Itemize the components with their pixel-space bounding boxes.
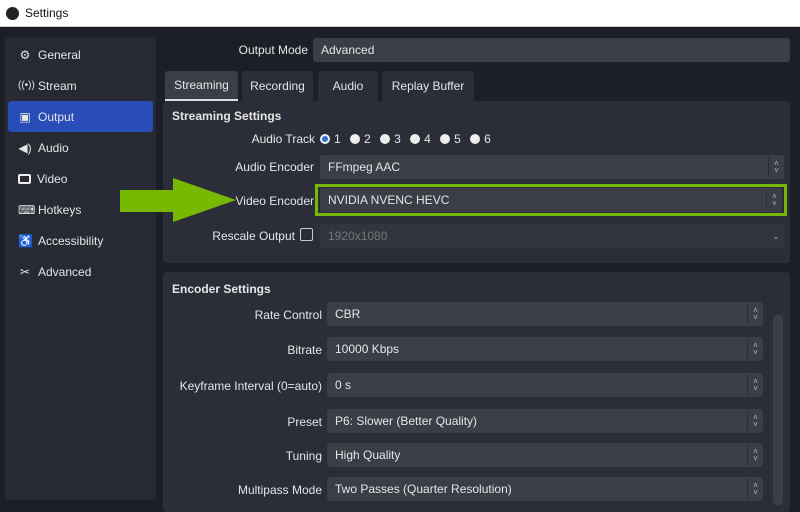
monitor-icon: [18, 173, 31, 184]
updown-icon: ˄ ˅: [747, 411, 763, 431]
sidebar-item-label: Advanced: [38, 264, 92, 279]
speaker-icon: ◀): [18, 140, 32, 155]
sidebar-item-accessibility[interactable]: ♿ Accessibility: [8, 225, 153, 256]
gear-icon: ⚙: [19, 47, 31, 62]
audio-encoder-value: FFmpeg AAC: [328, 160, 401, 174]
encoder-row-value: CBR: [335, 307, 361, 321]
encoder-row-label: Rate Control: [254, 308, 322, 322]
updown-icon: ˄ ˅: [747, 339, 763, 359]
track-label: 4: [424, 132, 431, 146]
video-encoder-value: NVIDIA NVENC HEVC: [328, 193, 450, 207]
track-label: 1: [334, 132, 341, 146]
keyboard-icon: ⌨: [18, 202, 36, 217]
output-icon: ▣: [19, 109, 31, 124]
updown-icon: ˄ ˅: [766, 190, 782, 210]
track-radio-5[interactable]: [440, 134, 451, 144]
output-mode-value: Advanced: [321, 43, 375, 57]
audio-track-radios: 1 2 3 4 5 6: [314, 132, 491, 146]
tab-recording[interactable]: Recording: [242, 71, 313, 101]
audio-encoder-label: Audio Encoder: [235, 160, 314, 174]
audio-encoder-select[interactable]: FFmpeg AAC ˄ ˅: [320, 155, 784, 179]
video-encoder-select[interactable]: NVIDIA NVENC HEVC ˄ ˅: [320, 188, 782, 212]
antenna-icon: ((•)): [18, 80, 35, 91]
encoder-row-value: Two Passes (Quarter Resolution): [335, 482, 512, 496]
encoder-row-label: Bitrate: [287, 343, 322, 357]
chevron-down-icon: ⌄: [772, 231, 780, 241]
updown-icon: ˄ ˅: [747, 375, 763, 395]
updown-icon: ˄ ˅: [747, 445, 763, 465]
encoder-row-field[interactable]: 10000 Kbps ˄ ˅: [327, 337, 763, 361]
green-arrow-icon: [120, 178, 236, 222]
encoder-row-label: Keyframe Interval (0=auto): [179, 379, 322, 393]
encoder-row-label: Preset: [287, 415, 322, 429]
window-title: Settings: [25, 6, 69, 20]
updown-icon: ˄ ˅: [747, 304, 763, 324]
sidebar-item-output[interactable]: ▣ Output: [8, 101, 153, 132]
encoder-row-label: Tuning: [285, 449, 322, 463]
sidebar-item-label: Video: [37, 171, 68, 186]
track-radio-1[interactable]: [320, 134, 330, 144]
sidebar-item-general[interactable]: ⚙ General: [8, 39, 153, 70]
encoder-row-field[interactable]: P6: Slower (Better Quality) ˄ ˅: [327, 409, 763, 433]
encoder-row-field[interactable]: High Quality ˄ ˅: [327, 443, 763, 467]
streaming-settings-title: Streaming Settings: [172, 109, 282, 123]
sidebar-item-label: Output: [38, 109, 75, 124]
scrollbar[interactable]: [773, 315, 783, 505]
track-label: 5: [454, 132, 461, 146]
encoder-row-value: P6: Slower (Better Quality): [335, 414, 478, 428]
track-label: 3: [394, 132, 401, 146]
encoder-settings-title: Encoder Settings: [172, 282, 271, 296]
rescale-output-label: Rescale Output: [212, 229, 295, 243]
track-label: 6: [484, 132, 491, 146]
track-radio-4[interactable]: [410, 134, 421, 144]
title-bar: Settings: [0, 0, 800, 27]
encoder-row-field[interactable]: 0 s ˄ ˅: [327, 373, 763, 397]
tab-replay-buffer[interactable]: Replay Buffer: [382, 71, 474, 101]
sidebar: ⚙ General ((•)) Stream ▣ Output ◀) Audio Vid…: [5, 37, 156, 500]
track-radio-3[interactable]: [380, 134, 391, 144]
sidebar-item-stream[interactable]: ((•)) Stream: [8, 70, 153, 101]
sidebar-item-label: Audio: [38, 140, 69, 155]
updown-icon: ˄ ˅: [747, 479, 763, 499]
audio-track-label: Audio Track: [251, 132, 315, 146]
obs-logo-icon: [6, 6, 19, 20]
output-mode-select[interactable]: Advanced: [313, 38, 790, 62]
encoder-row-field[interactable]: Two Passes (Quarter Resolution) ˄ ˅: [327, 477, 763, 501]
accessibility-icon: ♿: [18, 233, 33, 248]
output-mode-label: Output Mode: [238, 43, 308, 57]
tab-audio[interactable]: Audio: [318, 71, 378, 101]
sidebar-item-label: Accessibility: [38, 233, 104, 248]
track-radio-2[interactable]: [350, 134, 361, 144]
track-radio-6[interactable]: [470, 134, 481, 144]
updown-icon: ˄ ˅: [768, 157, 784, 177]
sidebar-item-advanced[interactable]: ✂ Advanced: [8, 256, 153, 287]
track-label: 2: [364, 132, 371, 146]
sidebar-item-label: Stream: [38, 78, 77, 93]
sidebar-item-audio[interactable]: ◀) Audio: [8, 132, 153, 163]
rescale-value: 1920x1080: [328, 229, 388, 243]
encoder-row-value: High Quality: [335, 448, 401, 462]
tab-streaming[interactable]: Streaming: [165, 71, 238, 101]
encoder-row-label: Multipass Mode: [237, 483, 322, 497]
encoder-row-value: 0 s: [335, 378, 352, 392]
encoder-row-value: 10000 Kbps: [335, 342, 400, 356]
sidebar-item-label: Hotkeys: [38, 202, 82, 217]
encoder-row-field[interactable]: CBR ˄ ˅: [327, 302, 763, 326]
tools-icon: ✂: [19, 264, 31, 279]
rescale-output-checkbox[interactable]: [300, 228, 313, 241]
rescale-output-select[interactable]: 1920x1080 ⌄: [320, 224, 784, 248]
sidebar-item-label: General: [38, 47, 81, 62]
